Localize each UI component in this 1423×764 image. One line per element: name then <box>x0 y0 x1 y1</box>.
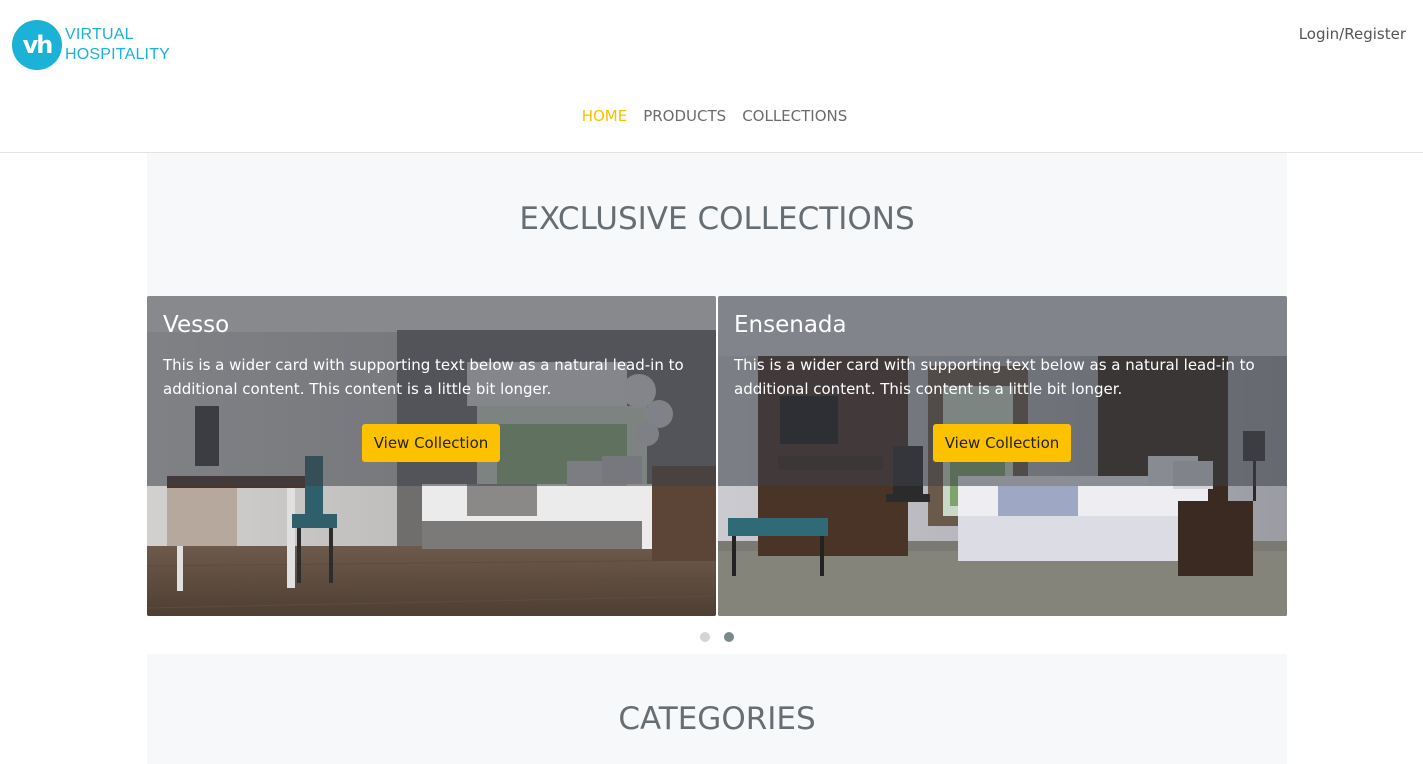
view-collection-button[interactable]: View Collection <box>362 424 500 462</box>
logo-mark: vh <box>12 20 62 70</box>
categories-section: CATEGORIES <box>147 654 1287 764</box>
view-collection-button[interactable]: View Collection <box>933 424 1071 462</box>
carousel-dot-1[interactable] <box>700 632 710 642</box>
logo-line-1: VIRTUAL <box>65 26 134 43</box>
section-title: EXCLUSIVE COLLECTIONS <box>519 201 915 237</box>
exclusive-collections-section: EXCLUSIVE COLLECTIONS <box>147 153 1287 296</box>
card-description: This is a wider card with supporting tex… <box>163 356 684 398</box>
logo-line-2: HOSPITALITY <box>65 46 171 63</box>
main-nav: HOME PRODUCTS COLLECTIONS <box>0 107 1423 125</box>
logo-wordmark: VIRTUAL HOSPITALITY <box>65 25 170 65</box>
card-title: Vesso <box>163 312 230 338</box>
nav-products[interactable]: PRODUCTS <box>643 107 726 125</box>
login-register-link[interactable]: Login/Register <box>1299 25 1406 43</box>
collection-card-ensenada: Ensenada This is a wider card with suppo… <box>718 296 1287 616</box>
site-header: vh VIRTUAL HOSPITALITY Login/Register HO… <box>0 0 1423 153</box>
card-title: Ensenada <box>734 312 847 338</box>
collection-carousel: Vesso This is a wider card with supporti… <box>147 296 1287 616</box>
carousel-indicators <box>700 632 734 642</box>
collection-card-vesso: Vesso This is a wider card with supporti… <box>147 296 716 616</box>
nav-home[interactable]: HOME <box>582 107 628 125</box>
card-description: This is a wider card with supporting tex… <box>734 356 1255 398</box>
brand-logo[interactable]: vh VIRTUAL HOSPITALITY <box>12 20 170 70</box>
section-title: CATEGORIES <box>618 701 816 737</box>
nav-collections[interactable]: COLLECTIONS <box>742 107 847 125</box>
carousel-dot-2[interactable] <box>724 632 734 642</box>
